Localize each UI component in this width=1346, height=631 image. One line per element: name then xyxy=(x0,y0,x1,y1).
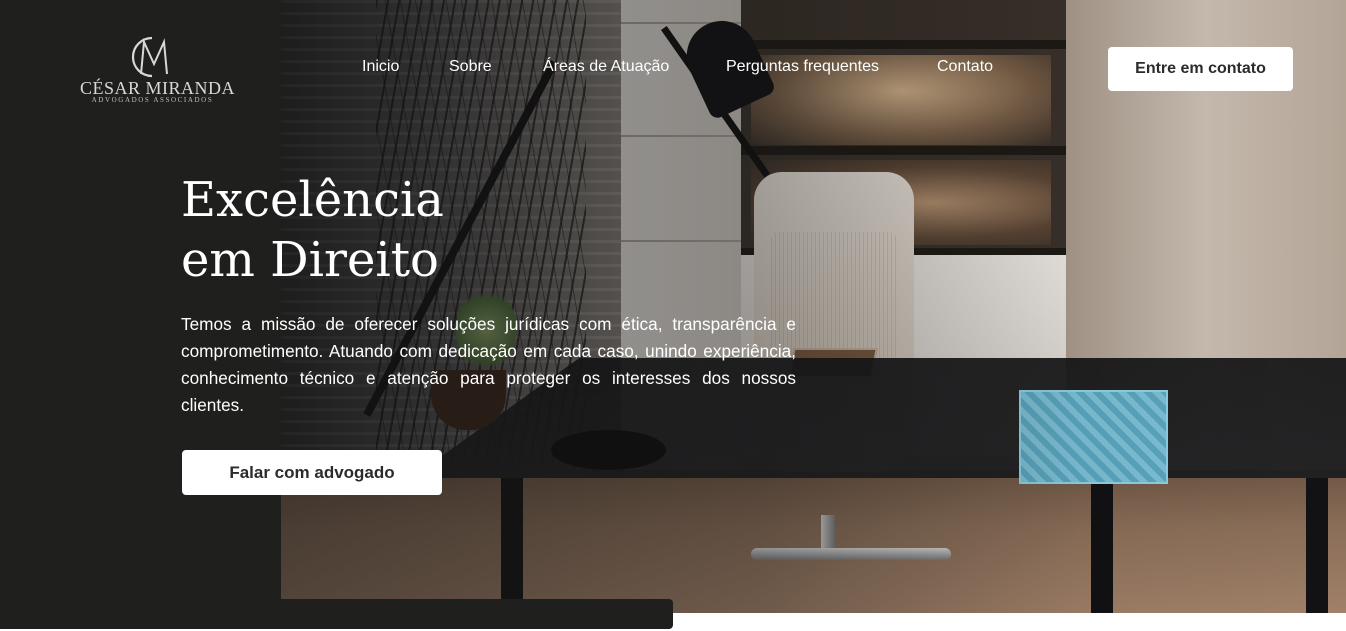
nav-item-areas-de-atuacao[interactable]: Áreas de Atuação xyxy=(543,58,669,76)
talk-to-lawyer-button[interactable]: Falar com advogado xyxy=(182,450,442,495)
cm-monogram-icon xyxy=(131,36,168,78)
hero-title: Excelência em Direito xyxy=(181,170,444,290)
section-divider-bar xyxy=(0,599,673,629)
hero-background-image xyxy=(281,0,1346,613)
nav-item-perguntas-frequentes[interactable]: Perguntas frequentes xyxy=(726,58,879,76)
contact-button[interactable]: Entre em contato xyxy=(1108,47,1293,91)
nav-item-contato[interactable]: Contato xyxy=(937,58,993,76)
nav-item-inicio[interactable]: Inicio xyxy=(362,58,399,76)
nav-item-sobre[interactable]: Sobre xyxy=(449,58,492,76)
hero-title-line-1: Excelência xyxy=(181,172,444,228)
brand-logo[interactable]: CÉSAR MIRANDA ADVOGADOS ASSOCIADOS xyxy=(80,34,235,104)
logo-subtitle: ADVOGADOS ASSOCIADOS xyxy=(91,96,214,104)
hero-description: Temos a missão de oferecer soluções jurí… xyxy=(181,314,796,415)
hero-title-line-2: em Direito xyxy=(181,232,439,288)
hero-section: CÉSAR MIRANDA ADVOGADOS ASSOCIADOS Inici… xyxy=(0,0,1346,613)
